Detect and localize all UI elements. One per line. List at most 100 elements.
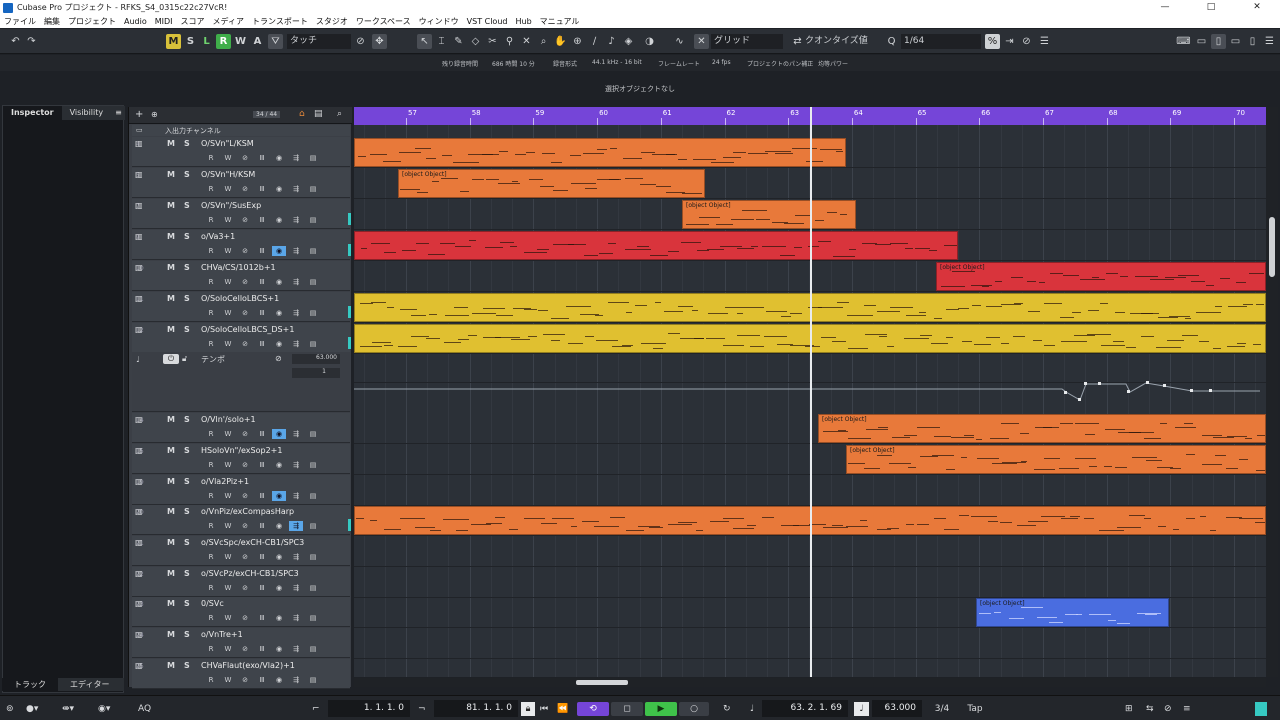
track-name[interactable]: o/SVcPz/exCH-CB1/SPC3 — [201, 569, 299, 578]
lanes-icon[interactable]: ⇶ — [289, 308, 303, 318]
reset-quantize-icon[interactable]: ⊘ — [1019, 34, 1034, 49]
lanes-icon[interactable]: ⇶ — [289, 613, 303, 623]
lanes-icon[interactable]: ⇶ — [289, 429, 303, 439]
tempo-value-field[interactable]: 63.000 — [292, 354, 340, 364]
edit-instrument-icon[interactable]: Ⅲ — [255, 429, 269, 439]
write-button[interactable]: W — [221, 521, 235, 531]
channel-settings-icon[interactable]: ▤ — [306, 184, 320, 194]
quantize-q-icon[interactable]: Q — [884, 34, 899, 49]
tempo-enable-icon[interactable]: ⏻ — [163, 354, 179, 364]
lanes-icon[interactable]: ⇶ — [289, 460, 303, 470]
line-tool-icon[interactable]: ∕ — [587, 34, 602, 49]
play-tool-icon[interactable]: ♪ — [604, 34, 619, 49]
channel-settings-icon[interactable]: ▤ — [306, 675, 320, 685]
write-button[interactable]: W — [221, 460, 235, 470]
edit-instrument-icon[interactable]: Ⅲ — [255, 308, 269, 318]
monitor-icon[interactable]: ⊘ — [238, 153, 252, 163]
monitor-icon[interactable]: ⊘ — [238, 613, 252, 623]
hand-tool-icon[interactable]: ✋ — [553, 34, 568, 49]
track-row[interactable]: 22 ▥ M S o/SVcPz/exCH-CB1/SPC3 R W ⊘ Ⅲ ◉ ⇶ ▤ — [132, 567, 350, 597]
position-display[interactable]: 63. 2. 1. 69 — [762, 700, 848, 717]
write-button[interactable]: W — [221, 491, 235, 501]
mute-button[interactable]: M — [167, 661, 175, 670]
channel-settings-icon[interactable]: ▤ — [306, 246, 320, 256]
mute-all-button[interactable]: M — [166, 34, 181, 49]
layout-inspector-icon[interactable]: ▯ — [1211, 34, 1226, 49]
write-button[interactable]: W — [221, 339, 235, 349]
mute-button[interactable]: M — [167, 325, 175, 334]
read-button[interactable]: R — [204, 583, 218, 593]
rec-time-value[interactable]: 686 時間 10 分 — [492, 59, 535, 68]
channel-settings-icon[interactable]: ▤ — [306, 460, 320, 470]
grid-type-select[interactable]: グリッド — [711, 34, 783, 49]
automation-icon[interactable]: ⛛ — [268, 34, 283, 49]
lanes-icon[interactable]: ⇶ — [289, 583, 303, 593]
channel-settings-icon[interactable]: ▤ — [306, 429, 320, 439]
read-button[interactable]: R — [204, 153, 218, 163]
record-enable-icon[interactable]: ◉ — [272, 521, 286, 531]
follow-icon[interactable]: ↻ — [723, 702, 731, 716]
write-button[interactable]: W — [221, 308, 235, 318]
read-button[interactable]: R — [204, 521, 218, 531]
track-row[interactable]: 11 ▥ M S O/SoloCelloLBCS+1 R W ⊘ Ⅲ ◉ ⇶ ▤ — [132, 292, 351, 322]
record-enable-icon[interactable]: ◉ — [272, 644, 286, 654]
edit-instrument-icon[interactable]: Ⅲ — [255, 460, 269, 470]
cycle-button[interactable]: ⟲ — [577, 702, 609, 716]
snap-mode-icon[interactable]: ✥ — [372, 34, 387, 49]
write-button[interactable]: W — [221, 277, 235, 287]
write-button[interactable]: W — [221, 246, 235, 256]
record-enable-icon[interactable]: ◉ — [272, 246, 286, 256]
track-name[interactable]: O/SoloCelloLBCS_DS+1 — [201, 325, 294, 334]
solo-button[interactable]: S — [184, 661, 190, 670]
solo-button[interactable]: S — [184, 325, 190, 334]
listen-button[interactable]: L — [199, 34, 214, 49]
write-automation-button[interactable]: W — [233, 34, 248, 49]
lanes-icon[interactable]: ⇶ — [289, 153, 303, 163]
read-button[interactable]: R — [204, 277, 218, 287]
comp-tool-icon[interactable]: ⊕ — [570, 34, 585, 49]
solo-button[interactable]: S — [184, 538, 190, 547]
split-tool-icon[interactable]: ✂ — [485, 34, 500, 49]
punch-icon[interactable]: ⇼▾ — [62, 702, 74, 716]
record-enable-icon[interactable]: ◉ — [272, 675, 286, 685]
midi-part[interactable] — [354, 231, 958, 260]
read-button[interactable]: R — [204, 184, 218, 194]
edit-instrument-icon[interactable]: Ⅲ — [255, 246, 269, 256]
record-enable-icon[interactable]: ◉ — [272, 429, 286, 439]
midi-part[interactable]: [object Object] — [682, 200, 856, 229]
mute-button[interactable]: M — [167, 294, 175, 303]
mute-button[interactable]: M — [167, 569, 175, 578]
lanes-icon[interactable]: ⇶ — [289, 491, 303, 501]
glue-tool-icon[interactable]: ⚲ — [502, 34, 517, 49]
redo-button[interactable]: ↷ — [24, 34, 39, 49]
solo-button[interactable]: S — [184, 232, 190, 241]
quantize-preset-select[interactable]: クオンタイズ値 — [805, 34, 877, 49]
rewind-icon[interactable]: ⏪ — [557, 702, 568, 716]
menu-hub[interactable]: Hub — [515, 17, 531, 26]
track-name[interactable]: CHVa/CS/1012b+1 — [201, 263, 276, 272]
minimize-button[interactable]: — — [1142, 0, 1188, 15]
track-name[interactable]: CHVaFlaut(exo/Vla2)+1 — [201, 661, 295, 670]
tempo-scale-field[interactable]: 1 — [292, 368, 340, 378]
tab-inspector[interactable]: Inspector — [3, 106, 62, 120]
solo-button[interactable]: S — [184, 294, 190, 303]
lanes-icon[interactable]: ⇶ — [289, 246, 303, 256]
track-name[interactable]: 0/SVc — [201, 599, 224, 608]
lanes-icon[interactable]: ⇶ — [289, 184, 303, 194]
track-list-menu-icon[interactable]: ▤ — [314, 109, 323, 119]
quantize-icon[interactable]: ⇄ — [790, 34, 805, 49]
mute-button[interactable]: M — [167, 630, 175, 639]
quantize-apply-icon[interactable]: ⇥ — [1002, 34, 1017, 49]
track-name[interactable]: o/SVcSpc/exCH-CB1/SPC3 — [201, 538, 304, 547]
mute-button[interactable]: M — [167, 139, 175, 148]
menu-score[interactable]: スコア — [181, 16, 205, 27]
menu-audio[interactable]: Audio — [124, 17, 147, 26]
zoom-tool-icon[interactable]: ⌕ — [536, 34, 551, 49]
mute-button[interactable]: M — [167, 477, 175, 486]
midi-part[interactable] — [354, 138, 846, 167]
automation-mode-select[interactable]: タッチ — [287, 34, 351, 49]
record-mode-icon[interactable]: ◉▾ — [98, 702, 110, 716]
mute-button[interactable]: M — [167, 232, 175, 241]
track-presets-icon[interactable]: ⊕ — [151, 110, 158, 119]
erase-tool-icon[interactable]: ◇ — [468, 34, 483, 49]
